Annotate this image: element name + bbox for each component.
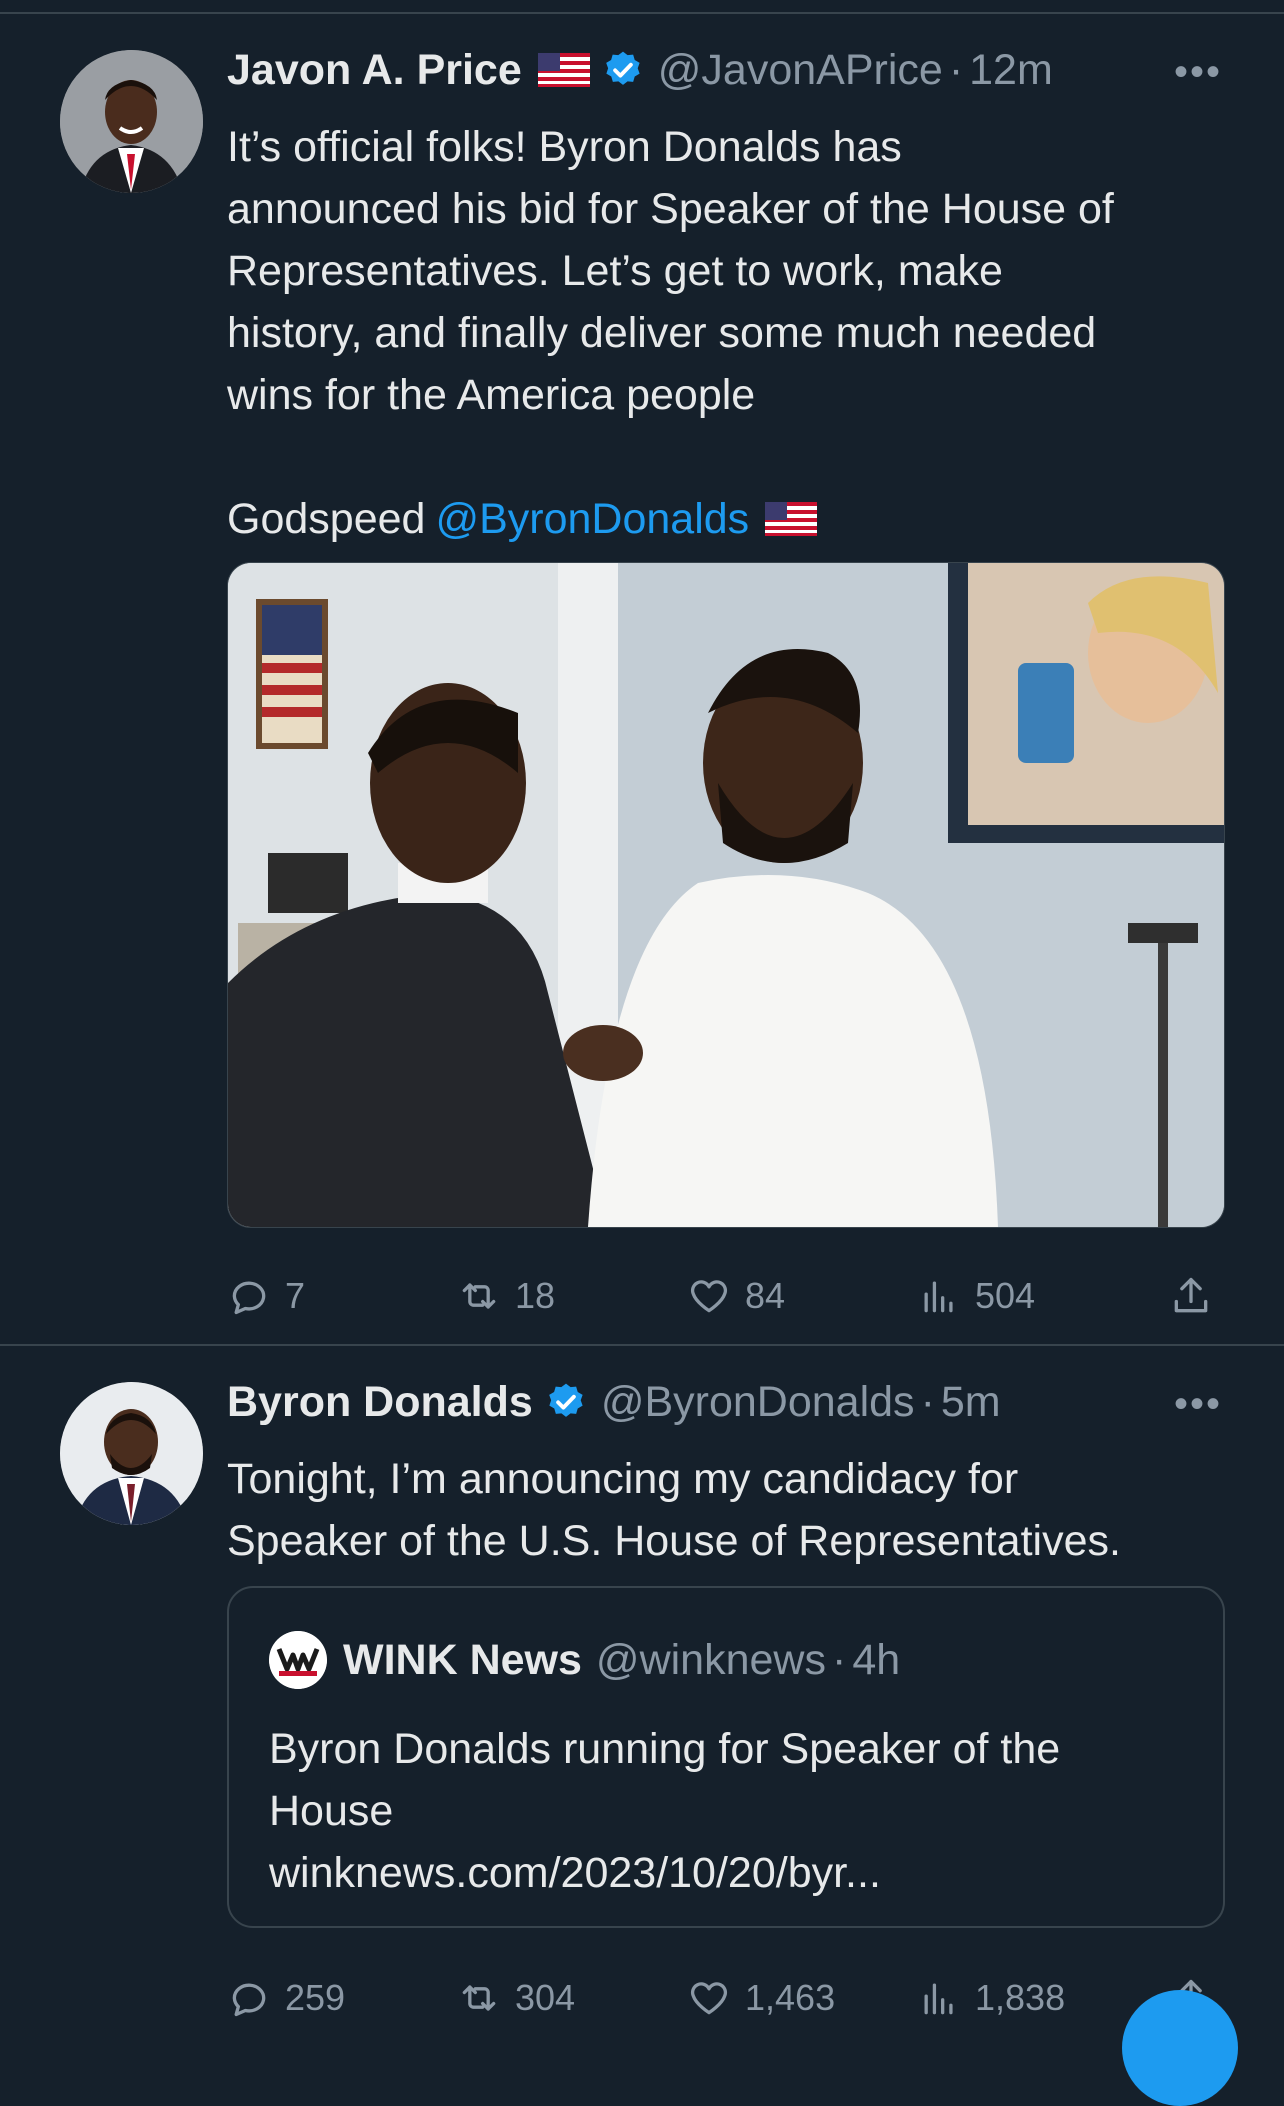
- views-button[interactable]: 504: [917, 1268, 1035, 1324]
- quote-author-handle[interactable]: @winknews: [596, 1636, 826, 1685]
- tweet-text-line: announced his bid for Speaker of the Hou…: [227, 185, 1114, 233]
- tweet-text-line: It’s official folks! Byron Donalds has: [227, 123, 902, 171]
- quote-text-line: Byron Donalds running for Speaker of the: [269, 1725, 1061, 1773]
- avatar[interactable]: [60, 1382, 203, 1525]
- tweet-actions: 7 18 84 504: [227, 1268, 1227, 1324]
- tweet-text: Tonight, I’m announcing my candidacy for…: [227, 1448, 1227, 1572]
- quoted-tweet[interactable]: WINK News @winknews · 4h Byron Donalds r…: [227, 1586, 1225, 1928]
- wink-news-logo-icon: [269, 1631, 327, 1689]
- author-name[interactable]: Byron Donalds: [227, 1378, 533, 1427]
- like-button[interactable]: 1,463: [687, 1970, 835, 2026]
- separator-dot: ·: [920, 1377, 935, 1426]
- tweet-javon-price[interactable]: Javon A. Price @JavonAPrice · 12m ••• It…: [0, 14, 1284, 1344]
- views-button[interactable]: 1,838: [917, 1970, 1065, 2026]
- tweet-text-line: Representatives. Let’s get to work, make: [227, 247, 1003, 295]
- tweet-text: It’s official folks! Byron Donalds has a…: [227, 116, 1227, 550]
- compose-button[interactable]: [1122, 1990, 1238, 2106]
- separator-dot: ·: [831, 1635, 847, 1684]
- views-icon: [924, 1983, 953, 2015]
- like-button[interactable]: 84: [687, 1268, 785, 1324]
- repost-icon: [462, 1985, 496, 2011]
- quote-author-name[interactable]: WINK News: [343, 1636, 582, 1685]
- quote-header: WINK News @winknews · 4h: [269, 1630, 900, 1690]
- avatar[interactable]: [60, 50, 203, 193]
- reply-count: 7: [285, 1275, 306, 1316]
- like-icon: [690, 1982, 728, 2015]
- repost-icon: [462, 1283, 496, 1309]
- reply-count: 259: [285, 1977, 346, 2018]
- tweet-byron-donalds[interactable]: Byron Donalds @ByronDonalds · 5m ••• Ton…: [0, 1346, 1284, 2042]
- quote-timestamp[interactable]: 4h: [852, 1636, 900, 1685]
- more-icon[interactable]: •••: [1174, 50, 1222, 95]
- quote-text-line: House: [269, 1787, 394, 1835]
- quote-link[interactable]: winknews.com/2023/10/20/byr...: [269, 1842, 1189, 1904]
- verified-badge-icon: [605, 51, 640, 85]
- view-count: 1,838: [975, 1977, 1066, 2018]
- tweet-actions: 259 304 1,463 1,838: [227, 1970, 1227, 2026]
- view-count: 504: [975, 1275, 1036, 1316]
- separator-dot: ·: [948, 45, 964, 94]
- reply-icon: [232, 1281, 266, 1315]
- avatar-byron-icon: [60, 1382, 203, 1525]
- author-handle[interactable]: @ByronDonalds: [601, 1378, 915, 1427]
- avatar-javon-icon: [60, 50, 203, 193]
- repost-button[interactable]: 304: [457, 1970, 575, 2026]
- like-count: 1,463: [745, 1977, 836, 2018]
- tweet-header: Javon A. Price @JavonAPrice · 12m: [227, 40, 1053, 100]
- views-icon: [924, 1281, 953, 1313]
- repost-count: 18: [515, 1275, 556, 1316]
- tweet-text-line: Tonight, I’m announcing my candidacy for: [227, 1455, 1019, 1503]
- tweet-text-line: Speaker of the U.S. House of Representat…: [227, 1517, 1121, 1565]
- like-count: 84: [745, 1275, 786, 1316]
- like-icon: [690, 1280, 728, 1313]
- verified-badge-icon: [549, 1383, 583, 1417]
- reply-icon: [232, 1983, 266, 2017]
- reply-button[interactable]: 7: [227, 1268, 305, 1324]
- godspeed-text: Godspeed: [227, 495, 426, 543]
- us-flag-icon: [537, 53, 590, 87]
- timestamp[interactable]: 5m: [941, 1378, 1001, 1427]
- repost-count: 304: [515, 1977, 576, 2018]
- author-name[interactable]: Javon A. Price: [227, 46, 522, 95]
- repost-button[interactable]: 18: [457, 1268, 555, 1324]
- timestamp[interactable]: 12m: [969, 46, 1053, 95]
- tweet-text-line: history, and finally deliver some much n…: [227, 309, 1097, 357]
- reply-button[interactable]: 259: [227, 1970, 345, 2026]
- mention-link[interactable]: @ByronDonalds: [435, 488, 749, 550]
- us-flag-icon: [765, 502, 818, 536]
- tweet-text-line: wins for the America people: [227, 371, 756, 419]
- tweet-photo[interactable]: [227, 562, 1225, 1228]
- author-handle[interactable]: @JavonAPrice: [658, 46, 943, 95]
- tweet-header: Byron Donalds @ByronDonalds · 5m: [227, 1372, 1001, 1432]
- share-icon: [1174, 1277, 1208, 1313]
- share-button[interactable]: [1169, 1268, 1227, 1324]
- photo-handshake-icon: [228, 563, 1224, 1227]
- godspeed-line: Godspeed @ByronDonalds: [227, 488, 1227, 550]
- more-icon[interactable]: •••: [1174, 1382, 1222, 1427]
- quote-text: Byron Donalds running for Speaker of the…: [269, 1718, 1189, 1904]
